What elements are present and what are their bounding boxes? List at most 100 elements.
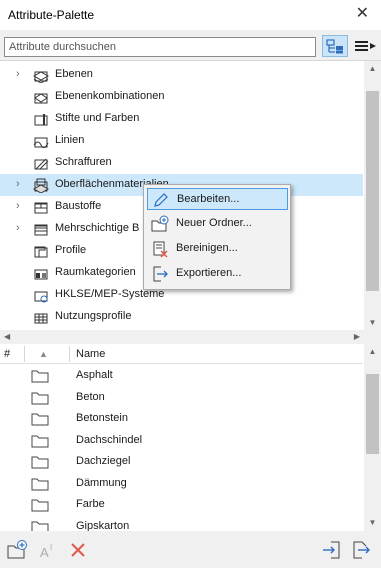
- folder-icon: [31, 476, 49, 491]
- bottom-toolbar: A I: [0, 531, 381, 568]
- tree-item-label: Mehrschichtige B: [55, 222, 140, 234]
- row-name: Betonstein: [76, 412, 128, 424]
- search-input[interactable]: [9, 38, 315, 56]
- list-menu-button[interactable]: [352, 35, 378, 57]
- import-button[interactable]: [321, 539, 343, 561]
- column-hash[interactable]: #: [4, 348, 10, 360]
- column-separator[interactable]: [69, 346, 70, 362]
- tree-item[interactable]: Stifte und Farben: [0, 108, 363, 130]
- table-row[interactable]: Betonstein: [0, 408, 363, 429]
- mep-systems-icon: [32, 287, 50, 303]
- table-scrollbar[interactable]: ▲ ▼: [364, 344, 381, 531]
- pens-colors-icon: [32, 111, 50, 127]
- tree-item-label: Profile: [55, 244, 87, 256]
- scroll-up-icon[interactable]: ▲: [368, 64, 377, 73]
- title-bar: Attribute-Palette ✕: [0, 0, 381, 30]
- delete-button[interactable]: [67, 539, 89, 561]
- tree-scroll-thumb[interactable]: [366, 91, 379, 291]
- scroll-down-icon[interactable]: ▼: [368, 318, 377, 327]
- tree-item-label: Linien: [55, 134, 85, 146]
- table-row[interactable]: Dämmung: [0, 473, 363, 494]
- context-menu-label: Bereinigen...: [176, 242, 238, 254]
- tree-item-label: Ebenen: [55, 68, 93, 80]
- export-button[interactable]: [350, 539, 372, 561]
- folder-icon: [31, 497, 49, 512]
- context-menu-label: Bearbeiten...: [177, 193, 240, 205]
- tree-item[interactable]: Linien: [0, 130, 363, 152]
- table-row[interactable]: Dachziegel: [0, 451, 363, 472]
- zone-categories-icon: [32, 265, 50, 281]
- context-menu-item[interactable]: Exportieren...: [147, 263, 288, 285]
- tree-view-button[interactable]: [322, 35, 348, 57]
- row-name: Dachschindel: [76, 433, 143, 446]
- tree-item[interactable]: Schraffuren: [0, 152, 363, 174]
- tree-item[interactable]: › Ebenen: [0, 64, 363, 86]
- search-box[interactable]: [4, 37, 316, 57]
- table-row[interactable]: Beton: [0, 387, 363, 408]
- operation-profiles-icon: [32, 309, 50, 325]
- scroll-right-icon[interactable]: ▶: [354, 332, 360, 341]
- svg-text:A: A: [40, 545, 49, 560]
- tree-item[interactable]: Ebenenkombinationen: [0, 86, 363, 108]
- horizontal-scrollbar[interactable]: ◀ ▶: [0, 330, 381, 344]
- tree-item-label: Stifte und Farben: [55, 112, 140, 124]
- folder-icon: [31, 390, 49, 405]
- tree-scrollbar[interactable]: ▲ ▼: [364, 61, 381, 331]
- export-icon: [151, 265, 169, 283]
- context-menu-item[interactable]: Bereinigen...: [147, 238, 288, 260]
- context-menu: Bearbeiten... Neuer Ordner... Bereinigen..…: [143, 184, 291, 290]
- tree-item-label: Baustoffe: [55, 200, 102, 212]
- window-title: Attribute-Palette: [8, 8, 95, 22]
- surfaces-icon: [32, 177, 50, 194]
- row-name: Asphalt: [76, 369, 113, 381]
- row-name: Dachziegel: [76, 455, 131, 467]
- scroll-down-icon[interactable]: ▼: [368, 518, 377, 527]
- chevron-right-icon[interactable]: ›: [16, 68, 28, 80]
- new-folder-button[interactable]: [6, 539, 28, 561]
- context-menu-label: Exportieren...: [176, 267, 242, 279]
- row-name: Beton: [76, 390, 105, 403]
- column-name[interactable]: Name: [76, 348, 105, 360]
- composites-icon: [32, 221, 50, 237]
- tree-item[interactable]: Nutzungsprofile: [0, 306, 363, 328]
- list-menu-icon: [355, 41, 376, 51]
- table-row[interactable]: Farbe: [0, 494, 363, 515]
- folder-icon: [31, 433, 49, 448]
- row-name: Farbe: [76, 498, 105, 510]
- tree-item-label: Raumkategorien: [55, 266, 136, 278]
- context-menu-item[interactable]: Neuer Ordner...: [147, 213, 288, 235]
- lines-icon: [32, 133, 50, 149]
- attribute-table: # ▲ Name Asphalt Beton Betonstein Dachschin…: [0, 344, 381, 533]
- context-menu-label: Neuer Ordner...: [176, 217, 252, 229]
- row-name: Gipskarton: [76, 519, 130, 532]
- rename-icon: A I: [40, 543, 52, 560]
- new-folder-icon: [7, 540, 27, 559]
- chevron-right-icon[interactable]: ›: [16, 200, 28, 212]
- table-row[interactable]: Dachschindel: [0, 430, 363, 451]
- scroll-left-icon[interactable]: ◀: [4, 332, 10, 341]
- tree-item-label: Ebenenkombinationen: [55, 90, 165, 102]
- profiles-icon: [32, 243, 50, 259]
- row-name: Dämmung: [76, 476, 127, 489]
- context-menu-item[interactable]: Bearbeiten...: [147, 188, 288, 210]
- layers-icon: [32, 67, 50, 84]
- folder-icon: [31, 454, 49, 469]
- scroll-up-icon[interactable]: ▲: [368, 347, 377, 356]
- purge-icon: [151, 240, 169, 258]
- folder-icon: [31, 368, 49, 383]
- chevron-right-icon[interactable]: ›: [16, 222, 28, 234]
- table-scroll-thumb[interactable]: [366, 374, 379, 454]
- table-row[interactable]: Asphalt: [0, 365, 363, 386]
- folder-icon: [31, 411, 49, 426]
- import-icon: [323, 541, 340, 559]
- sort-ascending-icon[interactable]: ▲: [39, 349, 48, 359]
- rename-button[interactable]: A I: [38, 539, 60, 561]
- h-scroll-track: ◀ ▶: [0, 330, 364, 344]
- layer-combinations-icon: [32, 89, 50, 105]
- chevron-right-icon[interactable]: ›: [16, 178, 28, 190]
- delete-icon: [71, 543, 85, 557]
- column-separator[interactable]: [24, 346, 25, 362]
- tree-item-label: Schraffuren: [55, 156, 112, 168]
- svg-text:I: I: [50, 543, 52, 552]
- close-icon[interactable]: ✕: [356, 6, 369, 22]
